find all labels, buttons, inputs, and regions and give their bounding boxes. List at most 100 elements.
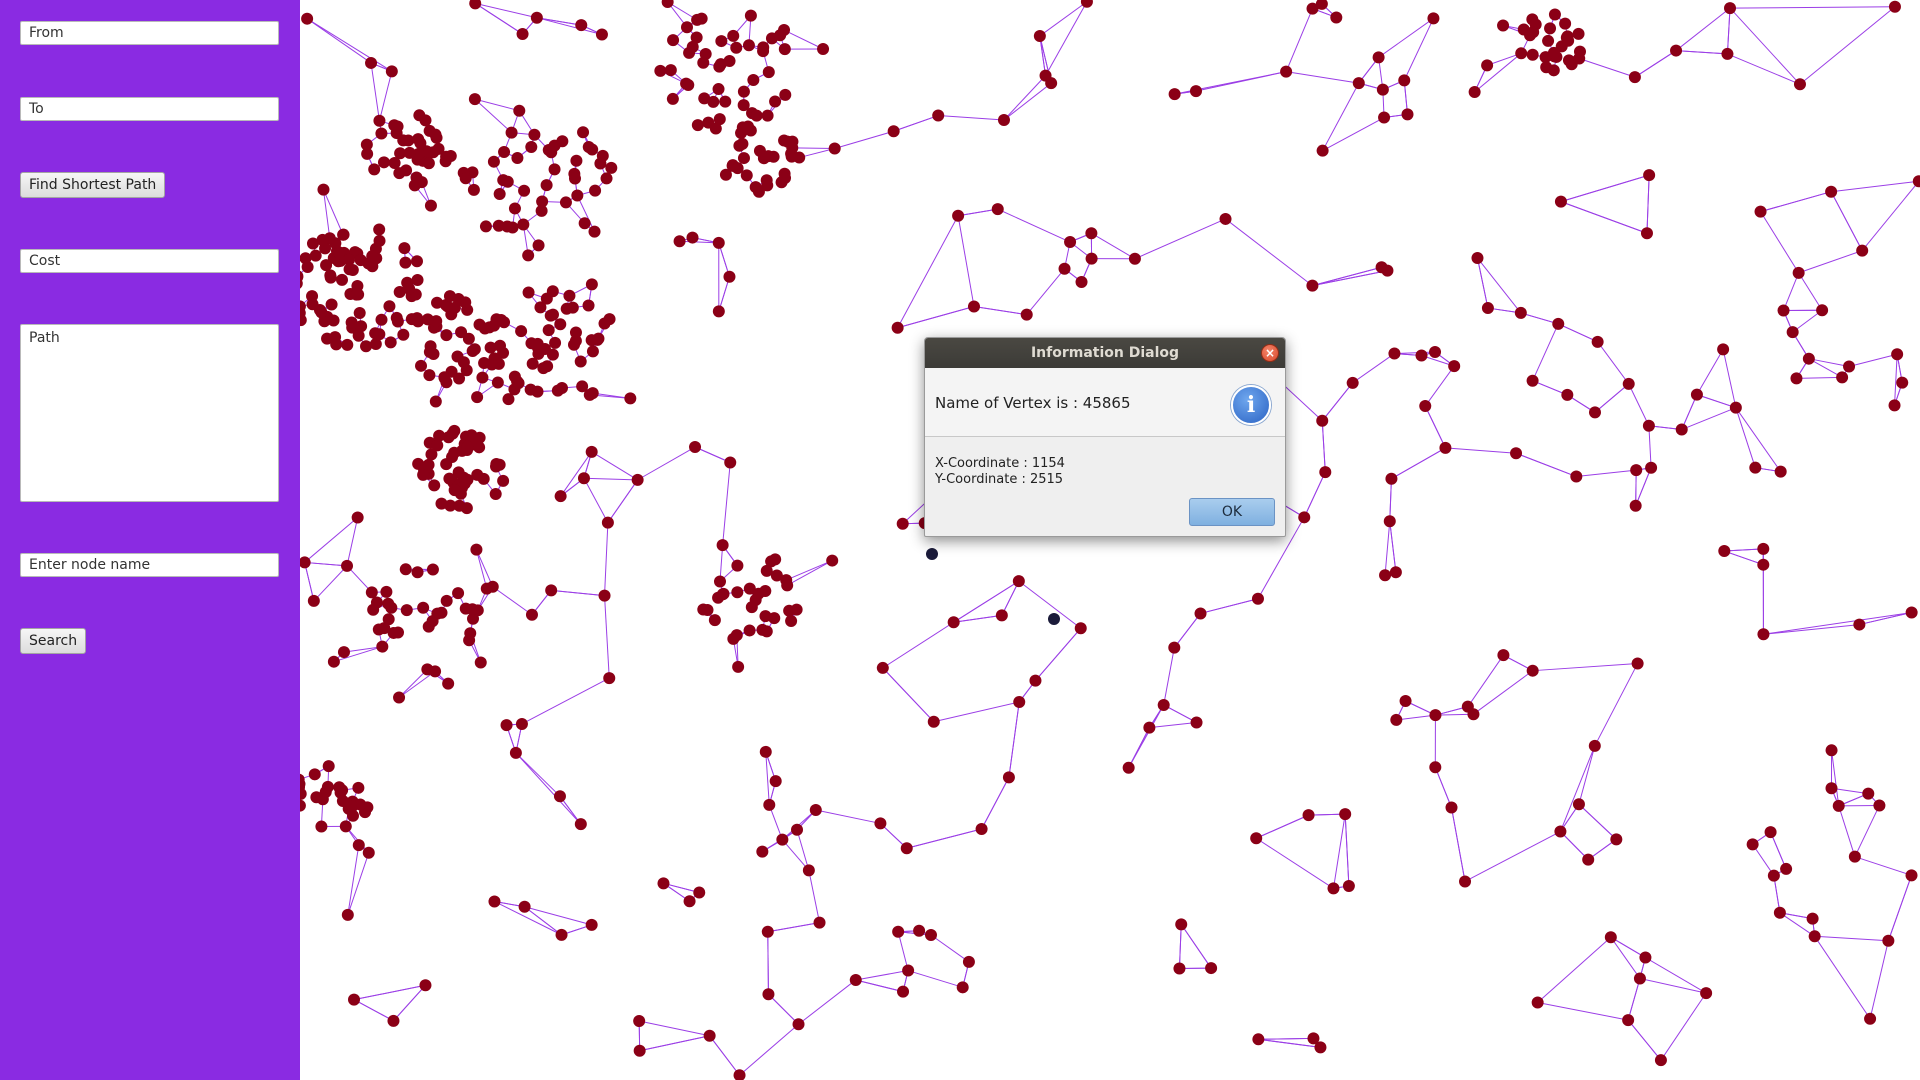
graph-node[interactable] (762, 66, 775, 79)
graph-node[interactable] (952, 209, 965, 222)
graph-node[interactable] (428, 479, 441, 492)
graph-node[interactable] (603, 313, 616, 326)
graph-node[interactable] (385, 65, 398, 78)
graph-node[interactable] (336, 273, 349, 286)
graph-node[interactable] (1754, 205, 1767, 218)
graph-node[interactable] (1724, 2, 1737, 15)
graph-node[interactable] (1559, 17, 1572, 30)
graph-node[interactable] (588, 225, 601, 238)
graph-node[interactable] (411, 566, 424, 579)
graph-node[interactable] (792, 1018, 805, 1031)
graph-node[interactable] (995, 609, 1008, 622)
graph-node[interactable] (947, 616, 960, 629)
graph-node[interactable] (315, 306, 328, 319)
graph-node[interactable] (422, 157, 435, 170)
graph-node[interactable] (1302, 809, 1315, 822)
graph-node[interactable] (306, 290, 319, 303)
graph-node[interactable] (1547, 46, 1560, 59)
graph-node[interactable] (1075, 275, 1088, 288)
graph-node[interactable] (790, 603, 803, 616)
graph-node[interactable] (1816, 304, 1829, 317)
graph-node[interactable] (1588, 739, 1601, 752)
graph-node[interactable] (563, 289, 576, 302)
graph-node[interactable] (991, 203, 1004, 216)
graph-node[interactable] (411, 273, 424, 286)
graph-node[interactable] (730, 629, 743, 642)
graph-node[interactable] (1039, 69, 1052, 82)
graph-node[interactable] (1497, 19, 1510, 32)
graph-node[interactable] (1591, 335, 1604, 348)
graph-node[interactable] (1718, 545, 1731, 558)
graph-node[interactable] (657, 877, 670, 890)
graph-node[interactable] (403, 146, 416, 159)
graph-node[interactable] (697, 56, 710, 69)
graph-node[interactable] (471, 391, 484, 404)
graph-node[interactable] (691, 119, 704, 132)
graph-node[interactable] (779, 171, 792, 184)
graph-node[interactable] (1471, 252, 1484, 265)
graph-node[interactable] (324, 271, 337, 284)
graph-node[interactable] (695, 12, 708, 25)
graph-node[interactable] (732, 660, 745, 673)
graph-node[interactable] (686, 231, 699, 244)
graph-node[interactable] (1670, 44, 1683, 57)
graph-node[interactable] (975, 822, 988, 835)
graph-node[interactable] (393, 167, 406, 180)
graph-node[interactable] (1802, 352, 1815, 365)
graph-node[interactable] (316, 233, 329, 246)
graph-node[interactable] (1401, 108, 1414, 121)
graph-node[interactable] (479, 220, 492, 233)
graph-node[interactable] (373, 114, 386, 127)
graph-node[interactable] (555, 928, 568, 941)
graph-node[interactable] (488, 895, 501, 908)
graph-node[interactable] (997, 113, 1010, 126)
graph-node[interactable] (1515, 47, 1528, 60)
graph-node[interactable] (516, 28, 529, 41)
graph-node[interactable] (1459, 875, 1472, 888)
graph-node[interactable] (350, 288, 363, 301)
graph-node[interactable] (488, 319, 501, 332)
search-button[interactable]: Search (20, 628, 87, 654)
graph-node[interactable] (577, 126, 590, 139)
graph-node[interactable] (761, 109, 774, 122)
graph-node[interactable] (360, 340, 373, 353)
graph-node[interactable] (874, 817, 887, 830)
graph-node[interactable] (1675, 423, 1688, 436)
graph-node[interactable] (759, 745, 772, 758)
graph-node[interactable] (1774, 465, 1787, 478)
graph-node[interactable] (467, 183, 480, 196)
graph-node[interactable] (1912, 175, 1920, 188)
graph-node[interactable] (876, 661, 889, 674)
graph-node[interactable] (373, 328, 386, 341)
graph-node[interactable] (391, 315, 404, 328)
graph-node[interactable] (1327, 882, 1340, 895)
graph-node[interactable] (341, 338, 354, 351)
graph-node[interactable] (498, 145, 511, 158)
graph-node[interactable] (421, 313, 434, 326)
graph-node[interactable] (441, 300, 454, 313)
graph-node[interactable] (1002, 771, 1015, 784)
graph-node[interactable] (1346, 376, 1359, 389)
graph-node[interactable] (667, 34, 680, 47)
graph-node[interactable] (673, 235, 686, 248)
graph-node[interactable] (1168, 88, 1181, 101)
graph-node[interactable] (538, 343, 551, 356)
graph-node[interactable] (559, 196, 572, 209)
graph-node[interactable] (1721, 47, 1734, 60)
graph-node[interactable] (426, 563, 439, 576)
graph-node[interactable] (541, 360, 554, 373)
graph-node[interactable] (476, 371, 489, 384)
graph-node[interactable] (756, 845, 769, 858)
graph-node[interactable] (743, 624, 756, 637)
graph-node[interactable] (1773, 906, 1786, 919)
graph-node[interactable] (1531, 996, 1544, 1009)
graph-canvas[interactable] (300, 0, 1920, 1080)
graph-node[interactable] (542, 324, 555, 337)
graph-node[interactable] (1873, 799, 1886, 812)
graph-node[interactable] (1173, 962, 1186, 975)
graph-node[interactable] (360, 138, 373, 151)
graph-node[interactable] (1399, 695, 1412, 708)
graph-node[interactable] (1717, 343, 1730, 356)
graph-node[interactable] (1604, 931, 1617, 944)
graph-node[interactable] (549, 336, 562, 349)
